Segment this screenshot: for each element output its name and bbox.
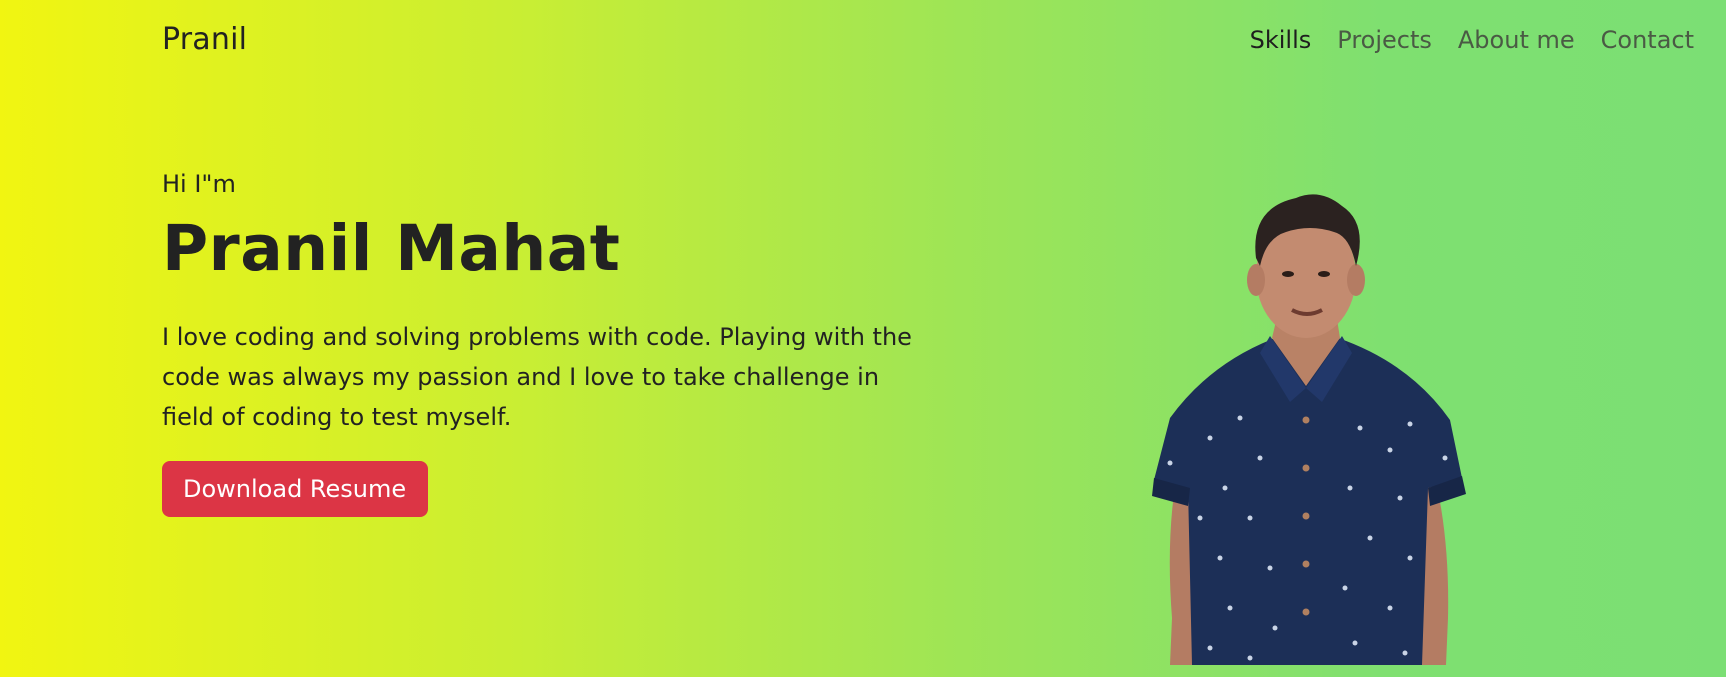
navbar: Pranil Skills Projects About me Contact <box>0 0 1726 84</box>
nav-links: Skills Projects About me Contact <box>1250 26 1694 54</box>
download-resume-button[interactable]: Download Resume <box>162 461 429 517</box>
nav-link-projects[interactable]: Projects <box>1337 26 1432 54</box>
nav-link-contact[interactable]: Contact <box>1601 26 1694 54</box>
hero-name: Pranil Mahat <box>162 212 621 285</box>
greeting-text: Hi I"m <box>162 170 236 198</box>
hero-intro: Hi I"m Pranil Mahat I love coding and so… <box>162 170 922 517</box>
hero-bio: I love coding and solving problems with … <box>162 323 912 431</box>
nav-link-about-me[interactable]: About me <box>1458 26 1575 54</box>
nav-link-skills[interactable]: Skills <box>1250 26 1312 54</box>
profile-photo <box>1152 194 1466 665</box>
brand-logo[interactable]: Pranil <box>162 22 247 57</box>
